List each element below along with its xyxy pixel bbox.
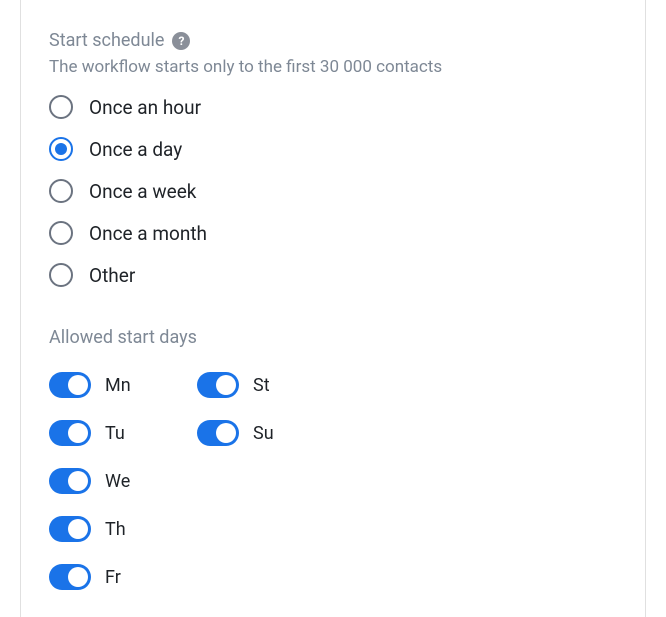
day-label: Su xyxy=(253,423,274,444)
radio-option-weekly[interactable]: Once a week xyxy=(49,179,617,203)
radio-icon xyxy=(49,179,73,203)
toggle-switch[interactable] xyxy=(197,372,239,398)
radio-icon xyxy=(49,263,73,287)
day-toggle-tu: Tu xyxy=(49,420,197,446)
day-label: Tu xyxy=(105,423,125,444)
toggle-switch[interactable] xyxy=(49,564,91,590)
toggle-switch[interactable] xyxy=(49,420,91,446)
day-toggle-th: Th xyxy=(49,516,197,542)
radio-option-other[interactable]: Other xyxy=(49,263,617,287)
radio-label: Once an hour xyxy=(89,96,201,119)
day-label: We xyxy=(105,471,130,492)
toggle-switch[interactable] xyxy=(49,468,91,494)
day-label: Fr xyxy=(105,567,121,588)
day-label: Th xyxy=(105,519,126,540)
day-toggle-fr: Fr xyxy=(49,564,197,590)
toggle-switch[interactable] xyxy=(49,516,91,542)
radio-icon xyxy=(49,95,73,119)
allowed-days-title: Allowed start days xyxy=(49,327,617,348)
day-toggle-st: St xyxy=(197,372,345,398)
allowed-days-grid: Mn St Tu Su We Th Fr xyxy=(49,372,617,590)
schedule-card: Start schedule ? The workflow starts onl… xyxy=(20,0,646,617)
day-toggle-mn: Mn xyxy=(49,372,197,398)
radio-label: Once a week xyxy=(89,180,196,203)
toggle-switch[interactable] xyxy=(197,420,239,446)
schedule-title: Start schedule xyxy=(49,30,164,51)
toggle-switch[interactable] xyxy=(49,372,91,398)
radio-icon xyxy=(49,137,73,161)
radio-label: Once a day xyxy=(89,138,182,161)
schedule-subtitle: The workflow starts only to the first 30… xyxy=(49,57,617,77)
schedule-radio-group: Once an hour Once a day Once a week Once… xyxy=(49,95,617,287)
radio-label: Other xyxy=(89,264,135,287)
day-label: Mn xyxy=(105,375,131,396)
radio-option-monthly[interactable]: Once a month xyxy=(49,221,617,245)
day-toggle-su: Su xyxy=(197,420,345,446)
radio-option-hourly[interactable]: Once an hour xyxy=(49,95,617,119)
radio-label: Once a month xyxy=(89,222,207,245)
radio-icon xyxy=(49,221,73,245)
day-toggle-we: We xyxy=(49,468,197,494)
help-icon[interactable]: ? xyxy=(172,32,190,50)
schedule-header: Start schedule ? xyxy=(49,30,617,51)
radio-option-daily[interactable]: Once a day xyxy=(49,137,617,161)
day-label: St xyxy=(253,375,270,396)
